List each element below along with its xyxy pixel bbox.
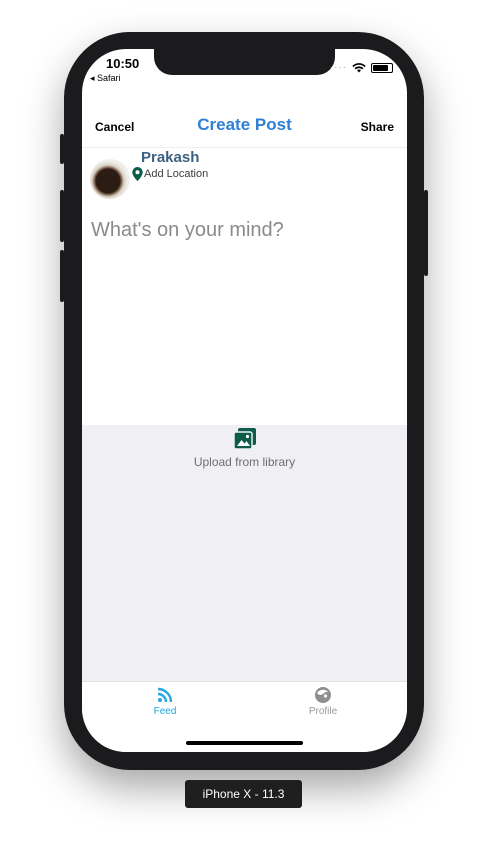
post-text-input[interactable] bbox=[91, 218, 391, 242]
rss-icon bbox=[157, 687, 173, 703]
tab-feed[interactable]: Feed bbox=[125, 686, 205, 717]
add-location-label: Add Location bbox=[144, 168, 209, 180]
volume-down-button bbox=[60, 250, 64, 302]
mute-switch bbox=[60, 134, 64, 164]
tab-feed-label: Feed bbox=[153, 706, 177, 717]
battery-icon bbox=[371, 63, 393, 73]
signal-icon: ···· bbox=[329, 62, 347, 73]
add-location-button[interactable]: Add Location bbox=[132, 167, 208, 181]
avatar[interactable] bbox=[90, 159, 130, 199]
tab-profile-label: Profile bbox=[308, 706, 338, 717]
library-panel[interactable]: Upload from library bbox=[82, 425, 407, 681]
tab-profile[interactable]: Profile bbox=[283, 686, 363, 717]
share-button[interactable]: Share bbox=[361, 120, 394, 134]
home-indicator[interactable] bbox=[186, 741, 303, 745]
nav-divider bbox=[82, 147, 407, 148]
upload-from-library-label[interactable]: Upload from library bbox=[82, 455, 407, 469]
power-button bbox=[424, 190, 428, 276]
phone-screen: 10:50 ◂ Safari ···· Cancel Create Post S… bbox=[82, 49, 407, 752]
status-indicators: ···· bbox=[330, 63, 393, 73]
back-to-safari-link[interactable]: ◂ Safari bbox=[90, 73, 121, 84]
gallery-icon[interactable] bbox=[233, 428, 257, 450]
profile-face-icon bbox=[315, 687, 331, 703]
wifi-icon bbox=[352, 63, 366, 73]
location-pin-icon bbox=[132, 167, 143, 181]
username: Prakash bbox=[141, 149, 200, 166]
page-title: Create Post bbox=[197, 115, 292, 134]
nav-bar: Cancel Create Post Share bbox=[82, 109, 407, 147]
volume-up-button bbox=[60, 190, 64, 242]
notch bbox=[154, 49, 335, 75]
status-time: 10:50 bbox=[106, 56, 140, 71]
device-label: iPhone X - 11.3 bbox=[185, 780, 302, 808]
